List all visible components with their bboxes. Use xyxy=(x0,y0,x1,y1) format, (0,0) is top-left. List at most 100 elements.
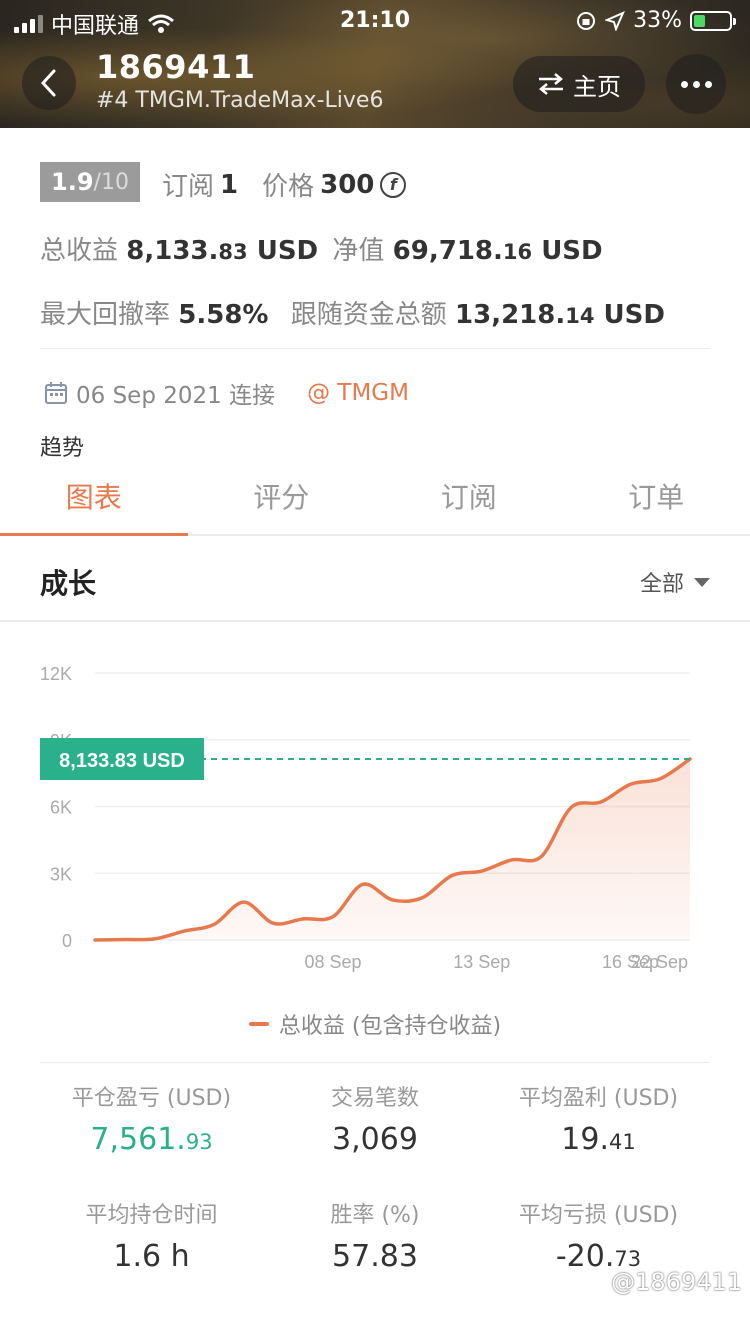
stat-value: 19.41 xyxy=(487,1122,710,1157)
account-server: #4 TMGM.TradeMax-Live6 xyxy=(96,88,384,113)
follow-funds-label: 跟随资金总额 xyxy=(290,300,447,330)
price-label: 价格 xyxy=(262,172,315,202)
header-banner: 中国联通 21:10 33% 1869411 #4 TMGM.TradeMax-… xyxy=(0,0,750,128)
stat-value-int: 19. xyxy=(561,1122,609,1157)
y-tick-label: 0 xyxy=(62,931,72,951)
stat-label: 交易笔数 xyxy=(330,1086,419,1111)
legend-line-icon xyxy=(248,1022,269,1026)
subscription-price-line: 订阅 1 价格 300 f xyxy=(162,166,407,203)
range-value: 全部 xyxy=(639,572,684,597)
subscribe-count: 1 xyxy=(220,169,239,200)
stat-label: 平均亏损 (USD) xyxy=(518,1203,679,1228)
series-area xyxy=(95,759,690,940)
drawdown-follow-row: 最大回撤率 5.58% 跟随资金总额 13,218.14 USD xyxy=(40,294,665,331)
stat-label: 平均持仓时间 xyxy=(85,1203,218,1228)
growth-title: 成长 xyxy=(40,567,97,600)
stat-item: 平均持仓时间 1.6 h xyxy=(40,1197,263,1274)
home-button[interactable]: 主页 xyxy=(513,56,645,112)
chart-legend: 总收益 (包含持仓收益) xyxy=(0,1008,750,1040)
rating-value: 1.9 xyxy=(51,168,94,196)
more-button[interactable] xyxy=(666,54,726,114)
follow-dec: 14 xyxy=(565,304,595,328)
connect-date: 06 Sep 2021 连接 xyxy=(76,383,276,409)
back-button[interactable] xyxy=(22,56,76,110)
stat-item: 胜率 (%) 57.83 xyxy=(263,1197,487,1274)
total-profit-dec: 83 xyxy=(218,240,248,264)
current-value-label: 8,133.83 USD xyxy=(59,750,185,772)
rotation-lock-icon xyxy=(577,11,596,30)
location-icon xyxy=(605,10,626,31)
calendar-icon xyxy=(45,382,67,404)
follow-funds-value: 13,218.14 USD xyxy=(455,300,665,330)
battery-icon xyxy=(690,10,736,31)
stat-label: 平仓盈亏 (USD) xyxy=(71,1086,232,1111)
stat-item: 交易笔数 3,069 xyxy=(263,1080,487,1157)
legend-label: 总收益 (包含持仓收益) xyxy=(278,1014,502,1039)
battery-percent: 33% xyxy=(633,8,682,33)
total-profit-unit: USD xyxy=(256,236,319,266)
stat-item: 平仓盈亏 (USD) 7,561.93 xyxy=(40,1080,263,1157)
stat-label: 平均盈利 (USD) xyxy=(518,1086,679,1111)
follow-unit: USD xyxy=(603,300,665,330)
range-dropdown[interactable]: 全部 xyxy=(640,566,710,598)
equity-value: 69,718.16 USD xyxy=(393,236,603,266)
stat-value-int: 3,069 xyxy=(332,1122,418,1157)
profit-equity-row: 总收益 8,133.83 USD 净值 69,718.16 USD xyxy=(40,230,603,267)
x-tick-label: 08 Sep xyxy=(304,952,361,972)
divider xyxy=(40,348,710,349)
more-dot-icon xyxy=(680,80,688,88)
section-divider xyxy=(0,620,750,622)
y-tick-label: 3K xyxy=(50,864,72,884)
follow-int: 13,218. xyxy=(455,300,566,330)
equity-dec: 16 xyxy=(502,240,533,264)
home-button-label: 主页 xyxy=(573,72,621,101)
stat-value-int: 1.6 h xyxy=(113,1239,190,1274)
weibo-watermark: @1869411 xyxy=(611,1268,742,1296)
stat-value-dec: 41 xyxy=(608,1130,636,1154)
stat-value-int: 7,561. xyxy=(90,1122,186,1157)
stat-value: 3,069 xyxy=(263,1122,487,1157)
divider xyxy=(40,1062,710,1063)
max-drawdown-label: 最大回撤率 xyxy=(40,300,171,330)
stat-value-dec: 93 xyxy=(185,1130,213,1154)
total-profit-label: 总收益 xyxy=(40,236,119,266)
tab-chart[interactable]: 图表 xyxy=(0,460,188,536)
stat-label: 胜率 (%) xyxy=(330,1203,420,1228)
swap-icon xyxy=(539,73,563,95)
y-tick-label: 12K xyxy=(40,664,72,684)
account-id: 1869411 xyxy=(96,48,256,86)
more-dot-icon xyxy=(692,80,700,88)
y-tick-label: 6K xyxy=(50,798,72,818)
rating-max: /10 xyxy=(93,169,129,195)
broker-link[interactable]: @ TMGM xyxy=(307,380,409,406)
stat-item: 平均亏损 (USD) -20.73 xyxy=(487,1197,710,1274)
status-bar: 中国联通 21:10 33% xyxy=(0,0,750,42)
stats-grid: 平仓盈亏 (USD) 7,561.93 交易笔数 3,069 平均盈利 (USD) 19.… xyxy=(40,1080,710,1274)
battery-fill xyxy=(694,14,706,27)
price-value: 300 xyxy=(320,169,375,200)
more-dot-icon xyxy=(704,80,712,88)
stat-value: 7,561.93 xyxy=(40,1122,263,1157)
caret-down-icon xyxy=(694,577,710,587)
status-right: 33% xyxy=(575,8,736,33)
tab-subscribe[interactable]: 订阅 xyxy=(375,460,563,534)
tab-orders[interactable]: 订单 xyxy=(563,460,750,534)
rating-badge: 1.9/10 xyxy=(40,162,140,202)
equity-unit: USD xyxy=(541,236,603,266)
total-profit-int: 8,133. xyxy=(126,236,219,266)
stat-value-int: 57.83 xyxy=(332,1239,418,1274)
stat-item: 平均盈利 (USD) 19.41 xyxy=(487,1080,710,1157)
equity-int: 69,718. xyxy=(392,236,503,266)
x-tick-label: 13 Sep xyxy=(453,952,510,972)
tab-rating[interactable]: 评分 xyxy=(188,460,376,534)
growth-chart: 12K9K6K3K008 Sep13 Sep16 Sep22 Sep8,133.… xyxy=(40,664,692,972)
connect-info: 06 Sep 2021 连接 @ TMGM xyxy=(44,376,409,410)
stat-value-int: -20. xyxy=(555,1239,615,1274)
coin-icon: f xyxy=(380,171,407,198)
subscribe-label: 订阅 xyxy=(162,172,215,202)
stat-value: 1.6 h xyxy=(40,1239,263,1274)
x-tick-label: 22 Sep xyxy=(631,952,688,972)
chevron-left-icon xyxy=(40,69,56,97)
total-profit-value: 8,133.83 USD xyxy=(126,236,318,266)
tab-bar: 图表 评分 订阅 订单 xyxy=(0,460,750,536)
